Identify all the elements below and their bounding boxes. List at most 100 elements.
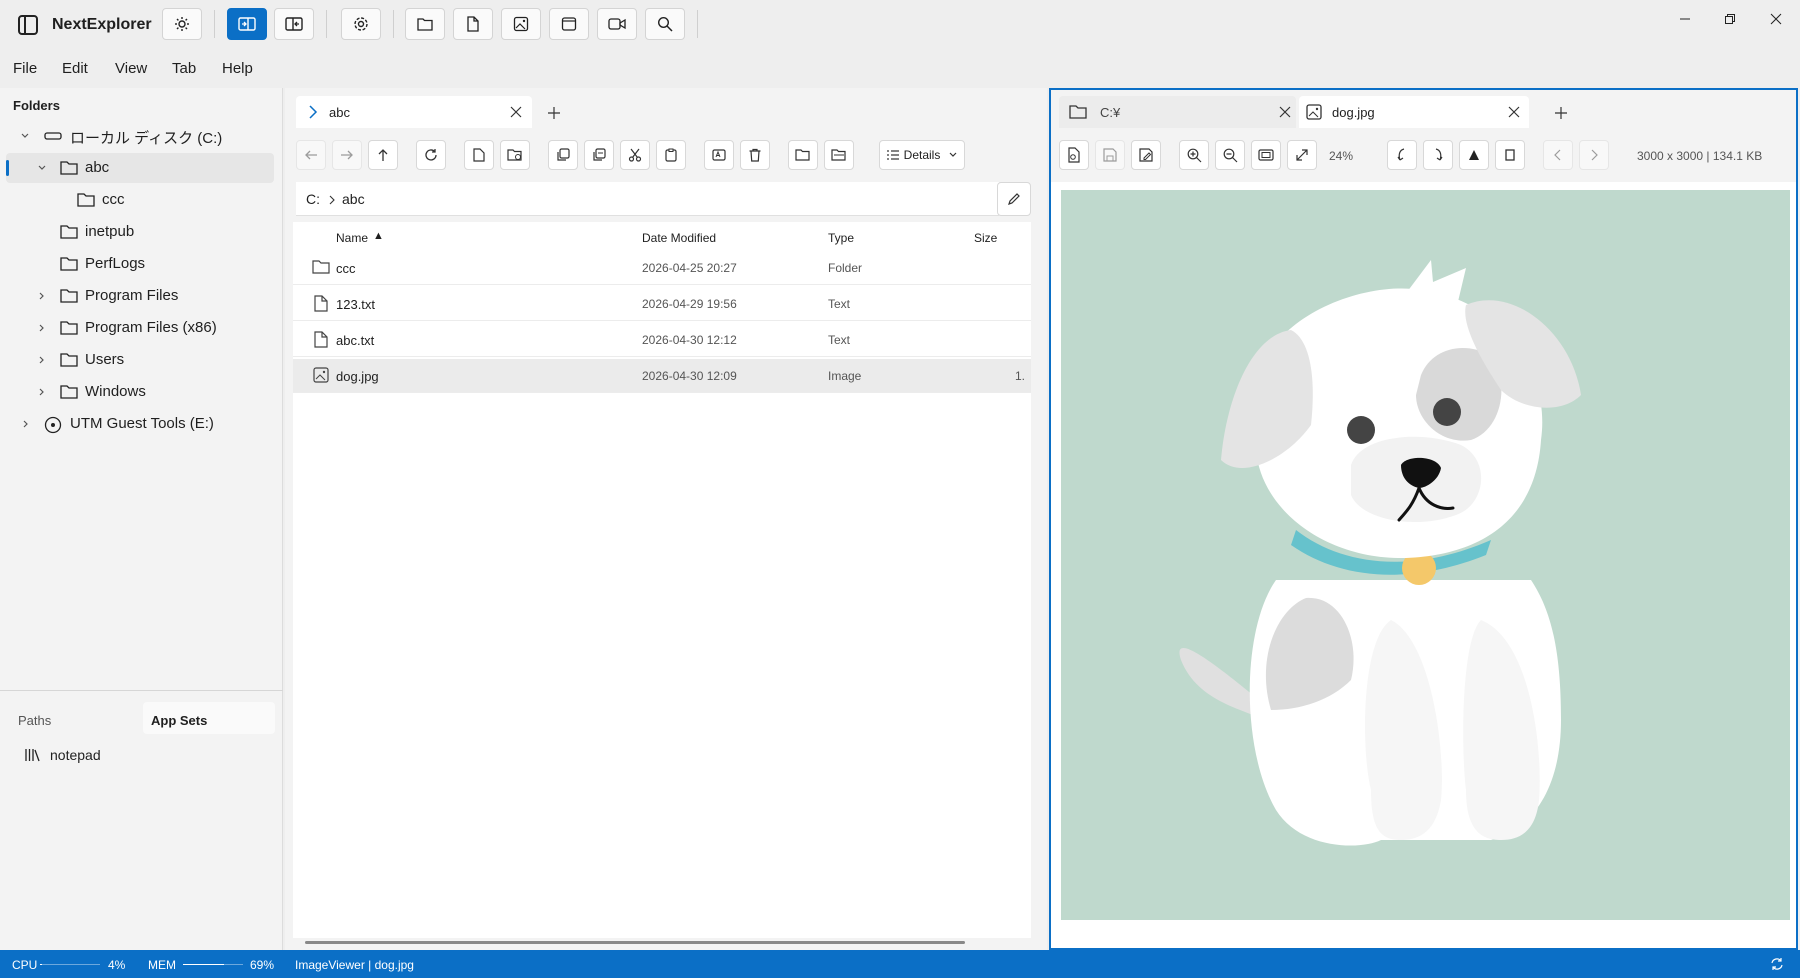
new-tab-icon[interactable] [548,107,560,119]
file-row-dog-jpg[interactable]: dog.jpg 2026-04-30 12:09 Image 1. [293,359,1031,393]
file-name: abc.txt [336,333,375,348]
cut-button[interactable] [620,140,650,170]
new-tab-icon[interactable] [1555,107,1567,119]
chevron-down-icon[interactable] [20,131,30,141]
tree-item-c-drive[interactable]: ローカル ディスク (C:) [0,121,283,151]
file-type: Text [828,333,851,347]
back-button[interactable] [296,140,326,170]
next-image-button[interactable] [1579,140,1609,170]
menu-view[interactable]: View [115,60,147,77]
file-row-abc-txt[interactable]: abc.txt 2026-04-30 12:12 Text [293,323,1031,357]
previous-image-button[interactable] [1543,140,1573,170]
dual-pane-button[interactable] [227,8,267,40]
tree-item-program-files[interactable]: Program Files [0,281,283,311]
open-file-button[interactable] [1059,140,1089,170]
view-mode-dropdown[interactable]: Details [879,140,965,170]
menu-file[interactable]: File [13,60,37,77]
actual-size-button[interactable] [1287,140,1317,170]
tab-abc[interactable]: abc [296,96,532,128]
minimize-icon[interactable] [1667,8,1703,30]
folder-icon [1069,105,1087,119]
search-button[interactable] [645,8,685,40]
breadcrumb-drive[interactable]: C: [306,191,320,207]
open-in-new-pane-button[interactable] [824,140,854,170]
fit-to-window-button[interactable] [1251,140,1281,170]
tree-item-windows[interactable]: Windows [0,377,283,407]
tree-item-label: UTM Guest Tools (E:) [70,415,214,432]
tab-app-sets[interactable]: App Sets [143,702,275,734]
tree-item-label: Program Files (x86) [85,319,217,336]
file-row-123-txt[interactable]: 123.txt 2026-04-29 19:56 Text [293,287,1031,321]
menu-edit[interactable]: Edit [62,60,88,77]
crop-button[interactable] [1495,140,1525,170]
menu-help[interactable]: Help [222,60,253,77]
chevron-right-icon[interactable] [37,355,47,365]
open-folder-button[interactable] [405,8,445,40]
file-row-ccc[interactable]: ccc 2026-04-25 20:27 Folder [293,251,1031,285]
save-button[interactable] [1095,140,1125,170]
new-folder-button[interactable] [500,140,530,170]
breadcrumb-folder[interactable]: abc [342,191,365,207]
view-mode-label: Details [903,148,941,162]
tree-item-inetpub[interactable]: inetpub [0,217,283,247]
folder-icon [60,161,78,175]
tree-item-abc[interactable]: abc [6,153,274,183]
close-tab-icon[interactable] [510,106,522,118]
file-name: ccc [336,261,356,276]
tree-item-utm-guest-tools[interactable]: UTM Guest Tools (E:) [0,409,283,439]
chevron-right-icon[interactable] [37,323,47,333]
up-button[interactable] [368,140,398,170]
tree-item-users[interactable]: Users [0,345,283,375]
refresh-button[interactable] [416,140,446,170]
sidebar-toggle-icon[interactable] [16,13,40,37]
column-date[interactable]: Date Modified [642,231,716,245]
tree-item-program-files-x86[interactable]: Program Files (x86) [0,313,283,343]
close-tab-icon[interactable] [1508,106,1520,118]
zoom-in-button[interactable] [1179,140,1209,170]
forward-button[interactable] [332,140,362,170]
copy-button[interactable] [548,140,578,170]
new-file-button[interactable] [464,140,494,170]
open-video-button[interactable] [597,8,637,40]
image-viewport[interactable] [1051,182,1796,948]
flip-vertical-button[interactable] [1459,140,1489,170]
horizontal-scrollbar[interactable] [305,941,965,944]
save-as-button[interactable] [1131,140,1161,170]
settings-button[interactable] [341,8,381,40]
tree-item-ccc[interactable]: ccc [0,185,283,215]
paste-button[interactable] [656,140,686,170]
close-window-icon[interactable] [1758,8,1794,30]
chevron-right-icon[interactable] [37,387,47,397]
column-size[interactable]: Size [974,231,997,245]
tab-c-drive[interactable]: C:¥ [1059,96,1296,128]
tree-item-perflogs[interactable]: PerfLogs [0,249,283,279]
chevron-down-icon[interactable] [37,163,47,173]
chevron-right-icon[interactable] [21,419,31,429]
open-image-button[interactable] [501,8,541,40]
app-set-item-notepad[interactable]: notepad [24,743,101,767]
column-type[interactable]: Type [828,231,854,245]
theme-toggle-button[interactable] [162,8,202,40]
edit-path-button[interactable] [997,182,1031,216]
rotate-right-button[interactable] [1423,140,1453,170]
copy-path-button[interactable] [584,140,614,170]
open-window-button[interactable] [549,8,589,40]
close-tab-icon[interactable] [1279,106,1291,118]
preview-pane-button[interactable] [274,8,314,40]
file-name: dog.jpg [336,369,379,384]
app-title: NextExplorer [52,16,152,33]
chevron-right-icon[interactable] [37,291,47,301]
tab-dog-jpg[interactable]: dog.jpg [1299,96,1529,128]
restore-icon[interactable] [1712,8,1748,30]
sync-icon[interactable] [1770,957,1784,971]
address-bar[interactable]: C: abc [296,182,999,216]
tab-paths[interactable]: Paths [18,713,51,728]
menu-tab[interactable]: Tab [172,60,196,77]
open-folder-button[interactable] [788,140,818,170]
column-name[interactable]: Name [336,231,368,245]
rename-button[interactable] [704,140,734,170]
zoom-out-button[interactable] [1215,140,1245,170]
open-file-button[interactable] [453,8,493,40]
rotate-left-button[interactable] [1387,140,1417,170]
delete-button[interactable] [740,140,770,170]
